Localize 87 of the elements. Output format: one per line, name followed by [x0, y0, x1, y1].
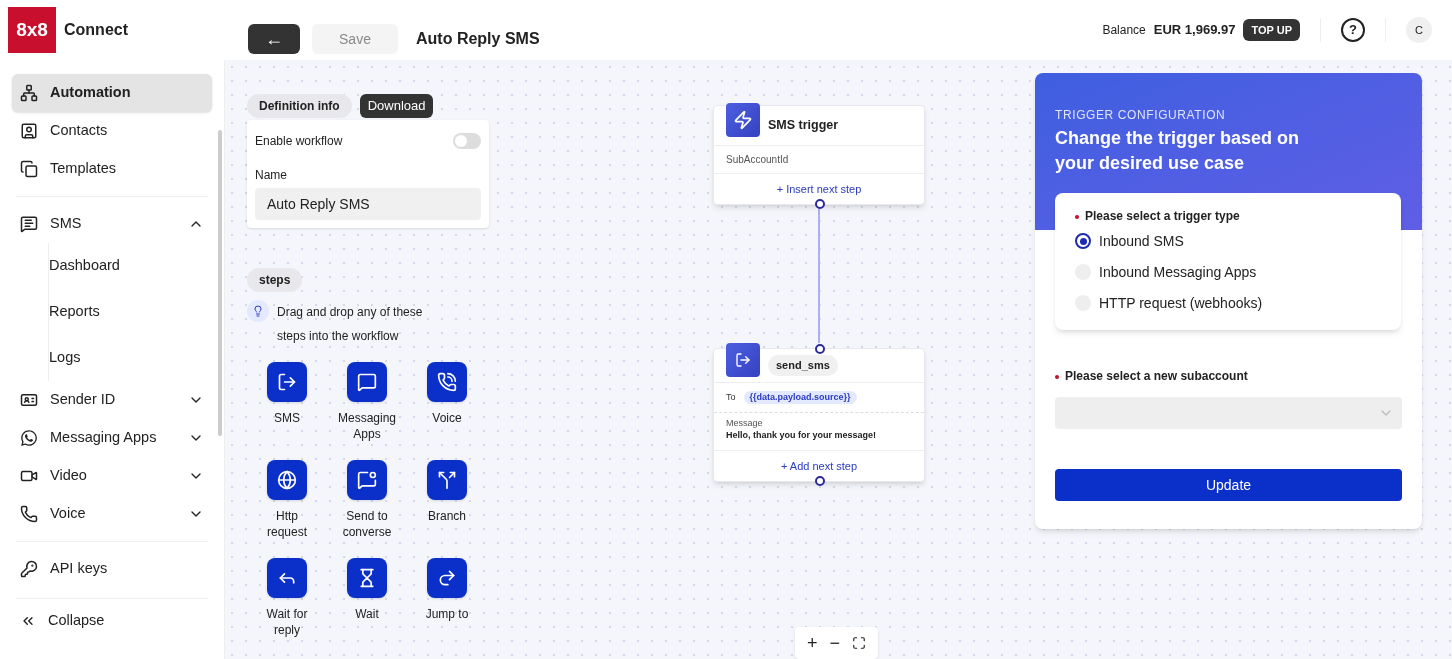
sidebar-item[interactable]: Voice: [12, 495, 212, 533]
sidebar-item[interactable]: API keys: [12, 550, 212, 588]
sidebar-item[interactable]: Messaging Apps: [12, 419, 212, 457]
update-button[interactable]: Update: [1055, 469, 1402, 501]
insert-step-link[interactable]: + Insert next step: [776, 180, 862, 198]
enable-label: Enable workflow: [255, 133, 343, 150]
trigger-option[interactable]: Inbound SMS: [1075, 226, 1381, 256]
avatar[interactable]: C: [1406, 17, 1432, 43]
step-icon: [267, 558, 307, 598]
step-tile[interactable]: Messaging Apps: [327, 362, 407, 454]
step-icon: [347, 460, 387, 500]
step-tile[interactable]: Send to converse: [327, 460, 407, 552]
subaccount-select[interactable]: [1055, 397, 1402, 429]
connector-port: [815, 476, 825, 486]
sidebar-item[interactable]: Templates: [12, 150, 212, 188]
brand-logo: 8x8: [8, 7, 56, 53]
step-tile[interactable]: Wait: [327, 558, 407, 650]
top-up-button[interactable]: TOP UP: [1243, 19, 1300, 41]
sidebar-subitem[interactable]: Reports: [49, 289, 224, 335]
required-mark: [1055, 374, 1059, 379]
fit-view-icon[interactable]: [852, 636, 867, 650]
sidebar-subitem[interactable]: Logs: [49, 335, 224, 381]
sidebar-subitem[interactable]: Dashboard: [49, 243, 224, 289]
trigger-option[interactable]: HTTP request (webhooks): [1075, 288, 1381, 318]
step-icon: [347, 558, 387, 598]
panel-heading: Change the trigger based on your desired use case: [1055, 127, 1301, 175]
download-button[interactable]: Download: [359, 94, 434, 118]
step-tile[interactable]: Voice: [407, 362, 487, 454]
definition-tab[interactable]: Definition info: [247, 94, 352, 118]
nav-icon: [20, 391, 38, 409]
step-icon: [427, 460, 467, 500]
required-mark: [1075, 214, 1079, 219]
steps-hint: Drag and drop any of these steps into the workflow: [277, 304, 424, 345]
workflow-title: Auto Reply SMS: [416, 29, 540, 49]
name-label: Name: [255, 167, 288, 184]
sidebar-item[interactable]: Sender ID: [12, 381, 212, 419]
trigger-option[interactable]: Inbound Messaging Apps: [1075, 257, 1381, 287]
zoom-button[interactable]: +: [807, 634, 818, 652]
connector-port: [815, 199, 825, 209]
step-icon: [427, 362, 467, 402]
panel-eyebrow: TRIGGER CONFIGURATION: [1055, 107, 1227, 124]
step-icon: [267, 362, 307, 402]
back-button[interactable]: ←: [248, 24, 300, 54]
bolt-icon: [726, 102, 760, 137]
sidebar-item[interactable]: SMS: [12, 205, 212, 243]
nav-icon: [20, 160, 38, 178]
balance-label: Balance: [1102, 22, 1146, 39]
sms-step-icon: [726, 342, 760, 377]
workflow-canvas[interactable]: [225, 60, 1452, 659]
help-button[interactable]: ?: [1341, 18, 1365, 42]
step-tile[interactable]: Wait for reply: [247, 558, 327, 650]
lightbulb-icon: [247, 300, 269, 322]
subaccount-label: Please select a new subaccount: [1055, 367, 1402, 385]
step-icon: [347, 362, 387, 402]
add-step-link[interactable]: + Add next step: [780, 457, 858, 475]
sidebar-item[interactable]: Automation: [12, 74, 212, 112]
nav-icon: [20, 505, 38, 523]
sidebar-item[interactable]: Video: [12, 457, 212, 495]
radio-button[interactable]: [1075, 233, 1091, 249]
nav-icon: [20, 560, 38, 578]
recipient-tag: {{data.payload.source}}: [743, 390, 857, 405]
steps-tab: steps: [247, 268, 303, 292]
sidebar-item[interactable]: Contacts: [12, 112, 212, 150]
node-title: SMS trigger: [768, 117, 839, 135]
step-icon: [267, 460, 307, 500]
step-icon: [427, 558, 467, 598]
collapse-button[interactable]: Collapse: [12, 603, 212, 639]
name-field[interactable]: Auto Reply SMS: [255, 188, 481, 220]
brand-name: Connect: [64, 20, 128, 40]
zoom-button[interactable]: −: [829, 634, 841, 652]
nav-icon: [20, 122, 38, 140]
step-tile[interactable]: SMS: [247, 362, 327, 454]
trigger-type-label: Please select a trigger type: [1075, 207, 1381, 225]
nav-icon: [20, 215, 38, 233]
nav-icon: [20, 84, 38, 102]
node-field: SubAccountId: [714, 146, 924, 174]
to-label: To: [726, 390, 736, 404]
step-tile[interactable]: Branch: [407, 460, 487, 552]
balance-amount: EUR 1,969.97: [1153, 21, 1236, 40]
nav-icon: [20, 429, 38, 447]
enable-toggle[interactable]: [453, 133, 481, 149]
message-label: Message: [726, 417, 764, 429]
message-text: Hello, thank you for your message!: [726, 429, 878, 441]
step-tile[interactable]: Http request: [247, 460, 327, 552]
sidebar-scrollbar[interactable]: [218, 130, 222, 436]
step-tile[interactable]: Jump to: [407, 558, 487, 650]
node-title: send_sms: [768, 355, 838, 376]
